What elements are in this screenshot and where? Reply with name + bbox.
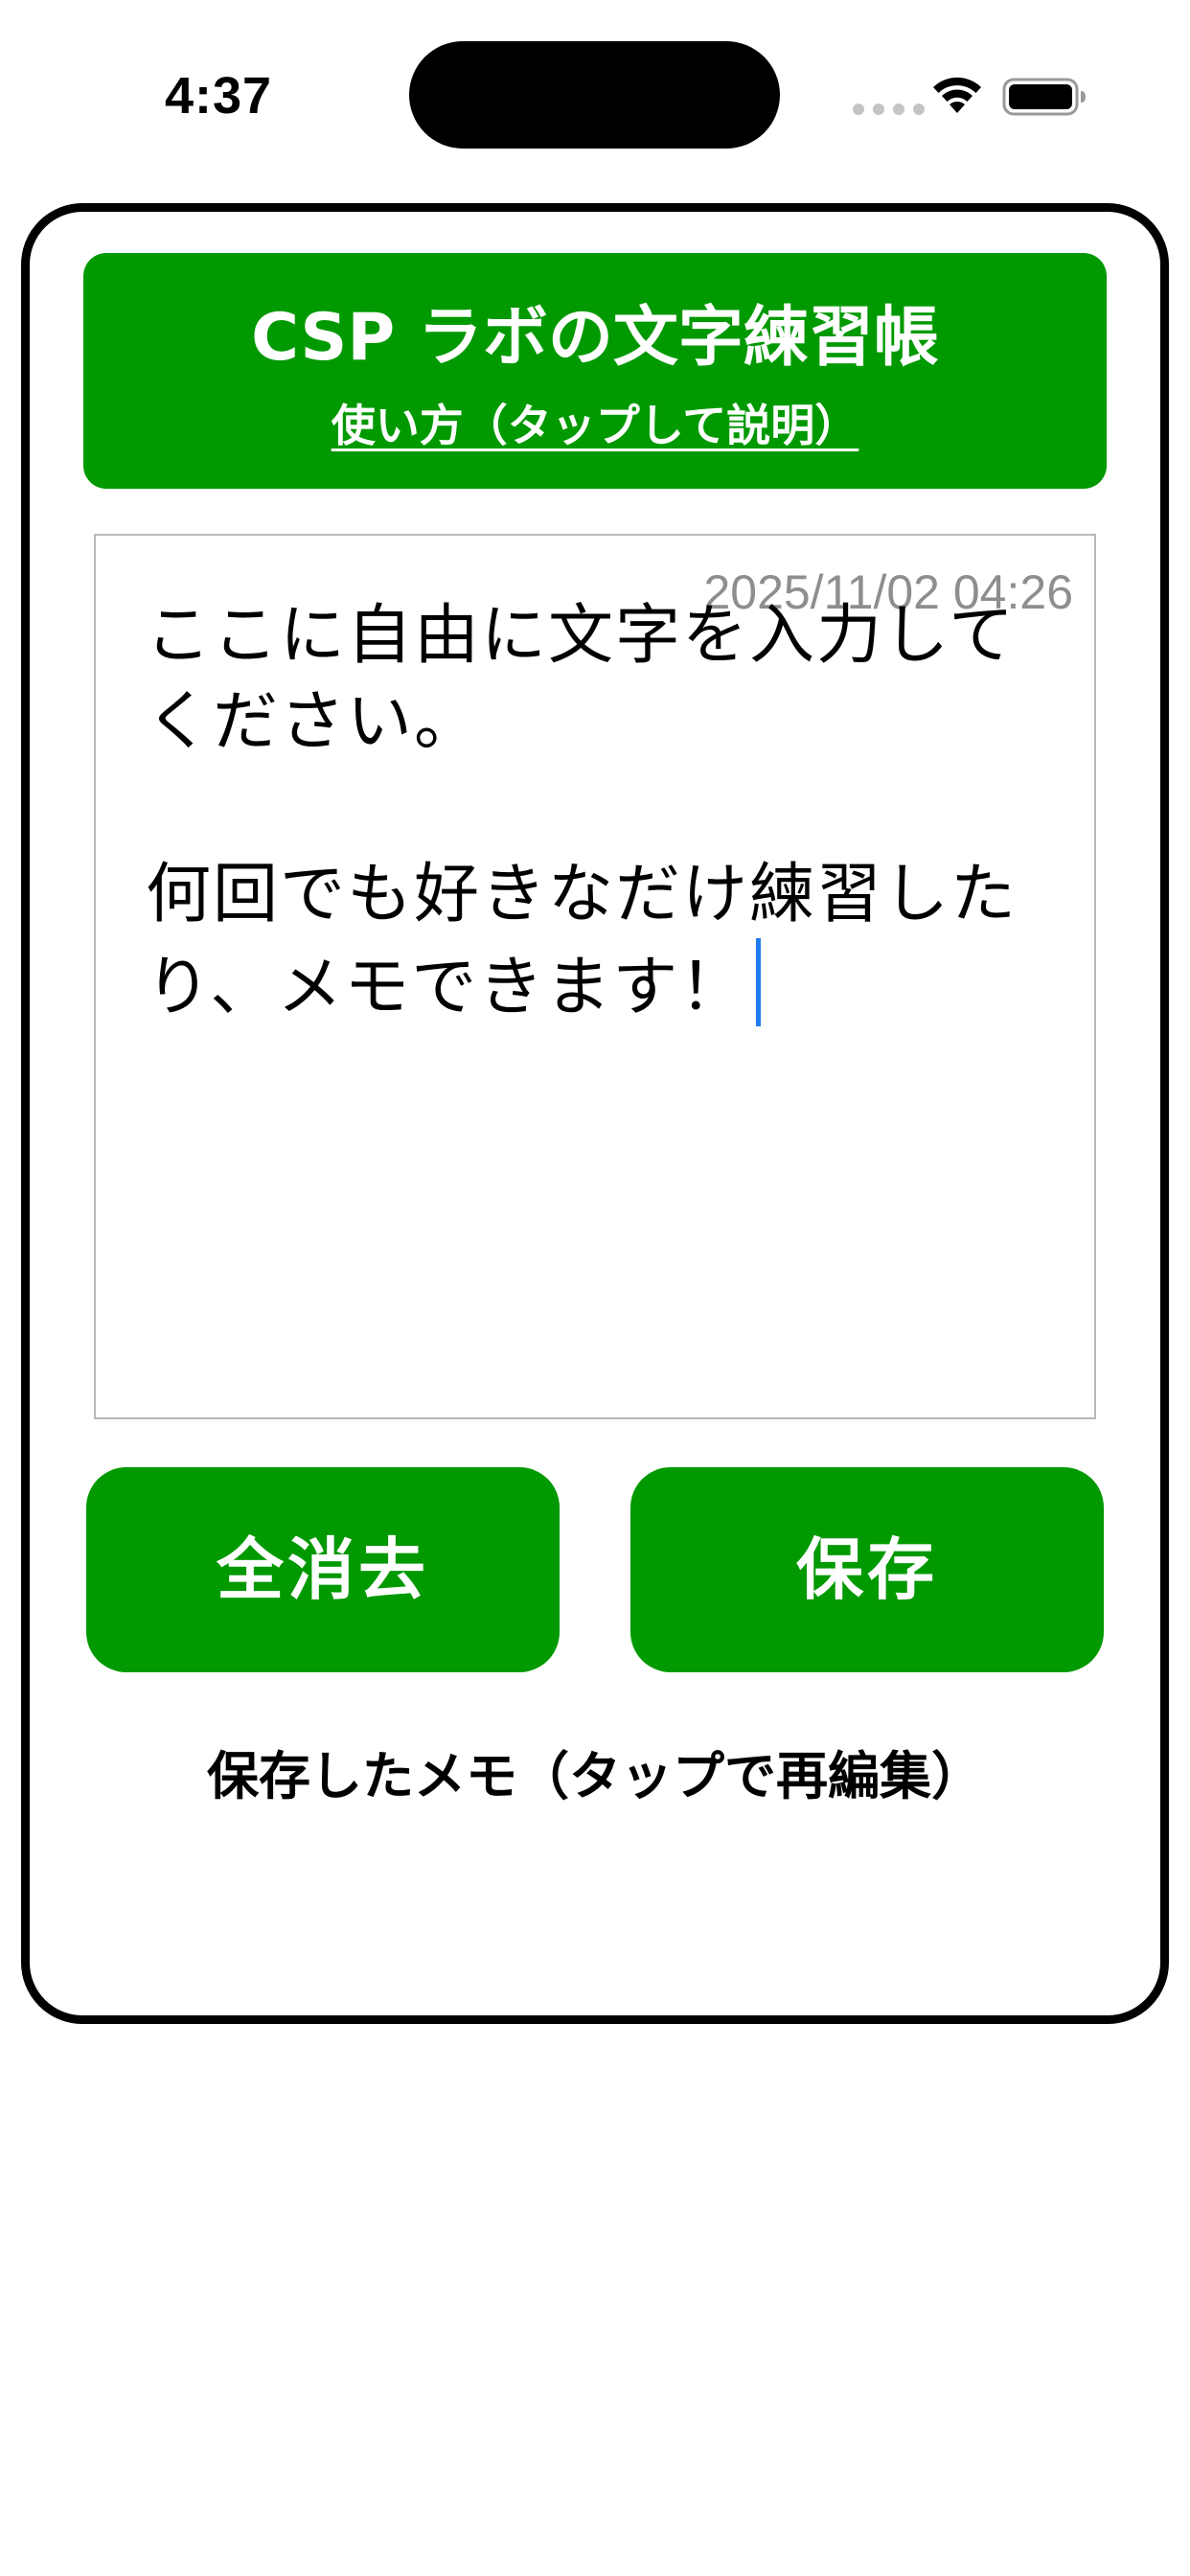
- memo-text[interactable]: ここに自由に文字を入力してください。 何回でも好きなだけ練習したり、メモできます…: [146, 593, 1056, 1031]
- text-caret: [756, 938, 762, 1026]
- wifi-icon: [933, 77, 981, 113]
- cellular-dots-icon: [853, 104, 925, 115]
- dynamic-island: [409, 41, 780, 149]
- save-button[interactable]: 保存: [630, 1467, 1104, 1672]
- clear-all-button[interactable]: 全消去: [86, 1467, 560, 1672]
- saved-memos-heading: 保存したメモ（タップで再編集）: [207, 1746, 983, 1806]
- memo-text-content: ここに自由に文字を入力してください。 何回でも好きなだけ練習したり、メモできます…: [146, 598, 1018, 1025]
- app-title: CSP ラボの文字練習帳: [251, 300, 939, 376]
- help-link[interactable]: 使い方（タップして説明）: [83, 397, 1107, 454]
- memo-textarea[interactable]: 2025/11/02 04:26 ここに自由に文字を入力してください。 何回でも…: [94, 534, 1096, 1419]
- app-header: CSP ラボの文字練習帳 使い方（タップして説明）: [83, 253, 1107, 489]
- battery-icon: [1002, 78, 1086, 116]
- status-bar-time: 4:37: [165, 67, 273, 125]
